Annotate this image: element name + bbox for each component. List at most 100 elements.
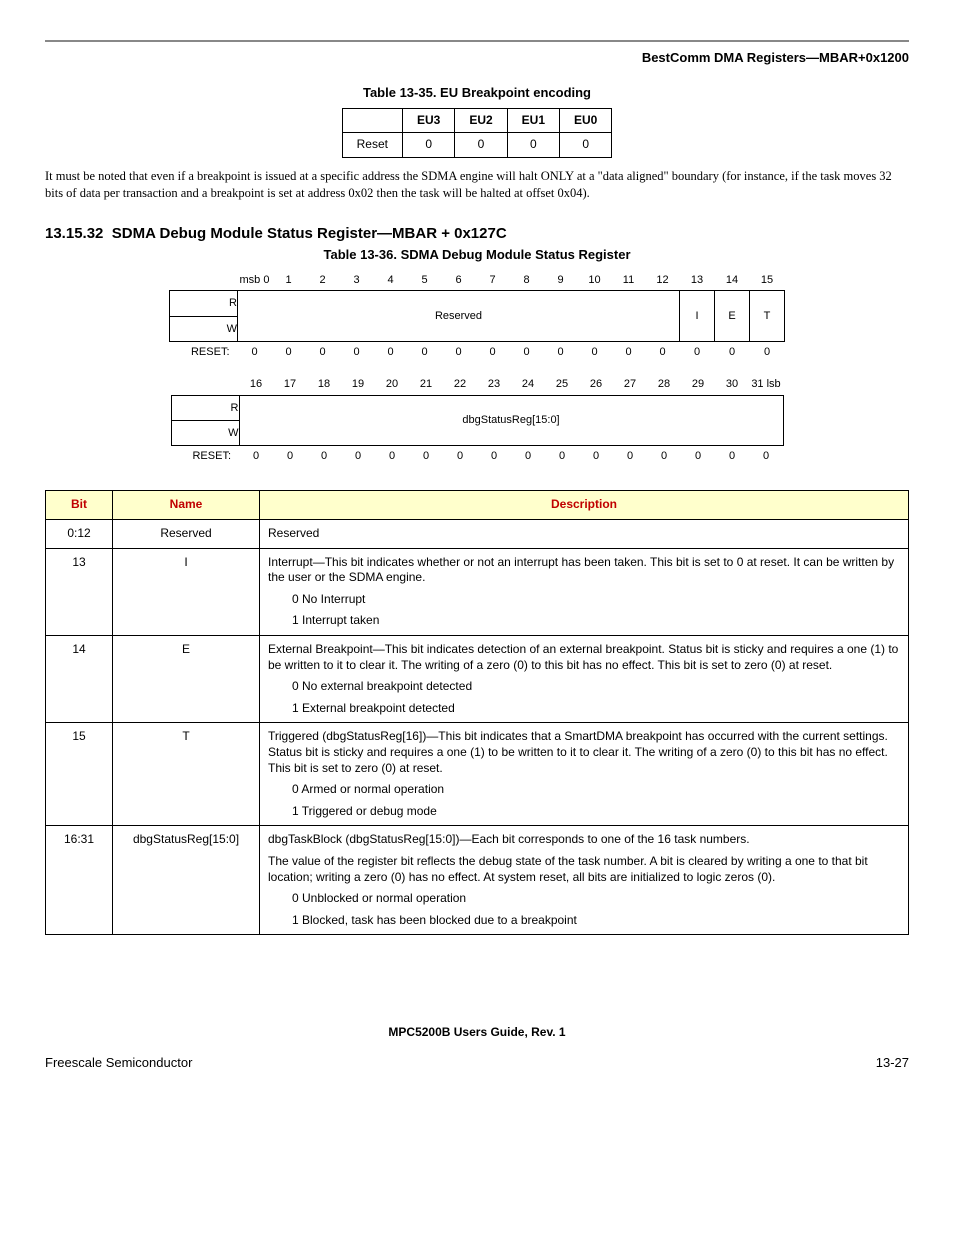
blank: [170, 270, 238, 291]
resetval: 0: [750, 342, 785, 363]
bitnum: 25: [545, 374, 579, 395]
bitnum: 3: [340, 270, 374, 291]
resetval: 0: [238, 342, 272, 363]
bitnum: 14: [715, 270, 750, 291]
bitnum: 12: [646, 270, 680, 291]
table-row: 16:31dbgStatusReg[15:0] dbgTaskBlock (dbg…: [46, 826, 909, 935]
resetval: 0: [239, 446, 273, 467]
resetval: 0: [375, 446, 409, 467]
bitnum: 17: [273, 374, 307, 395]
name-cell: E: [113, 636, 260, 723]
resetval: 0: [613, 446, 647, 467]
table-35-caption: Table 13-35. EU Breakpoint encoding: [45, 85, 909, 102]
desc-line: Interrupt—This bit indicates whether or …: [268, 555, 900, 586]
bitnum: 16: [239, 374, 273, 395]
resetval: 0: [681, 446, 715, 467]
bit-numbers-row: 16 17 18 19 20 21 22 23 24 25 26 27 28 2…: [171, 374, 783, 395]
bitnum: 4: [374, 270, 408, 291]
bit-cell: 16:31: [46, 826, 113, 935]
note-paragraph: It must be noted that even if a breakpoi…: [45, 168, 909, 202]
desc-line: 1 Triggered or debug mode: [268, 804, 900, 820]
bitnum: 13: [680, 270, 715, 291]
footer-left: Freescale Semiconductor: [45, 1055, 192, 1072]
section-title: SDMA Debug Module Status Register—MBAR +…: [112, 225, 507, 242]
dbgstatus-field: dbgStatusReg[15:0]: [239, 395, 783, 446]
bit-layout: msb 0 1 2 3 4 5 6 7 8 9 10 11 12 13 14 1…: [45, 270, 909, 466]
desc-line: 0 No external breakpoint detected: [268, 679, 900, 695]
bitnum: 8: [510, 270, 544, 291]
desc-line: External Breakpoint—This bit indicates d…: [268, 642, 900, 673]
r-label: R: [171, 395, 239, 420]
bitnum: 29: [681, 374, 715, 395]
field-e: E: [715, 291, 750, 342]
r-row: R Reserved I E T: [170, 291, 785, 316]
desc-line: 1 Interrupt taken: [268, 613, 900, 629]
desc-line: 0 Armed or normal operation: [268, 782, 900, 798]
field-i: I: [680, 291, 715, 342]
bitnum: msb 0: [238, 270, 272, 291]
th-eu1: EU1: [507, 108, 559, 133]
bitnum: 21: [409, 374, 443, 395]
bitnum: 19: [341, 374, 375, 395]
section-number: 13.15.32: [45, 225, 103, 242]
bitnum: 28: [647, 374, 681, 395]
description-table: Bit Name Description 0:12ReservedReserve…: [45, 490, 909, 935]
bitnum: 9: [544, 270, 578, 291]
bitnum: 5: [408, 270, 442, 291]
bit-cell: 13: [46, 548, 113, 635]
table-row: 14EExternal Breakpoint—This bit indicate…: [46, 636, 909, 723]
bitnum: 27: [613, 374, 647, 395]
footer-row: Freescale Semiconductor 13-27: [45, 1055, 909, 1072]
td-reset-label: Reset: [342, 133, 402, 158]
reset-label: RESET:: [171, 446, 239, 467]
bitnum: 11: [612, 270, 646, 291]
top-rule: [45, 40, 909, 42]
th-eu0: EU0: [560, 108, 612, 133]
td: 0: [402, 133, 454, 158]
bit-numbers-row: msb 0 1 2 3 4 5 6 7 8 9 10 11 12 13 14 1…: [170, 270, 785, 291]
footer-right: 13-27: [876, 1055, 909, 1072]
desc-cell: Interrupt—This bit indicates whether or …: [260, 548, 909, 635]
bitnum: 2: [306, 270, 340, 291]
bitnum: 23: [477, 374, 511, 395]
name-cell: Reserved: [113, 520, 260, 549]
reserved-field: Reserved: [238, 291, 680, 342]
resetval: 0: [612, 342, 646, 363]
resetval: 0: [409, 446, 443, 467]
th-name: Name: [113, 491, 260, 520]
resetval: 0: [646, 342, 680, 363]
resetval: 0: [374, 342, 408, 363]
section-heading: 13.15.32 SDMA Debug Module Status Regist…: [45, 224, 909, 244]
bitnum: 6: [442, 270, 476, 291]
td: 0: [560, 133, 612, 158]
w-label: W: [171, 420, 239, 445]
running-header: BestComm DMA Registers—MBAR+0x1200: [45, 50, 909, 67]
desc-line: Triggered (dbgStatusReg[16])—This bit in…: [268, 729, 900, 776]
resetval: 0: [544, 342, 578, 363]
desc-cell: dbgTaskBlock (dbgStatusReg[15:0])—Each b…: [260, 826, 909, 935]
name-cell: I: [113, 548, 260, 635]
resetval: 0: [477, 446, 511, 467]
desc-line: 1 Blocked, task has been blocked due to …: [268, 913, 900, 929]
desc-line: 0 Unblocked or normal operation: [268, 891, 900, 907]
desc-line: Reserved: [268, 526, 900, 542]
table-row: Reset 0 0 0 0: [342, 133, 612, 158]
w-label: W: [170, 316, 238, 341]
resetval: 0: [306, 342, 340, 363]
resetval: 0: [511, 446, 545, 467]
resetval: 0: [545, 446, 579, 467]
blank: [171, 374, 239, 395]
name-cell: T: [113, 723, 260, 826]
bits-upper: msb 0 1 2 3 4 5 6 7 8 9 10 11 12 13 14 1…: [169, 270, 785, 362]
bitnum: 24: [511, 374, 545, 395]
resetval: 0: [307, 446, 341, 467]
bitnum: 7: [476, 270, 510, 291]
r-label: R: [170, 291, 238, 316]
name-cell: dbgStatusReg[15:0]: [113, 826, 260, 935]
desc-line: 1 External breakpoint detected: [268, 701, 900, 717]
table-header-row: Bit Name Description: [46, 491, 909, 520]
resetval: 0: [443, 446, 477, 467]
desc-line: dbgTaskBlock (dbgStatusReg[15:0])—Each b…: [268, 832, 900, 848]
bitnum: 26: [579, 374, 613, 395]
resetval: 0: [272, 342, 306, 363]
